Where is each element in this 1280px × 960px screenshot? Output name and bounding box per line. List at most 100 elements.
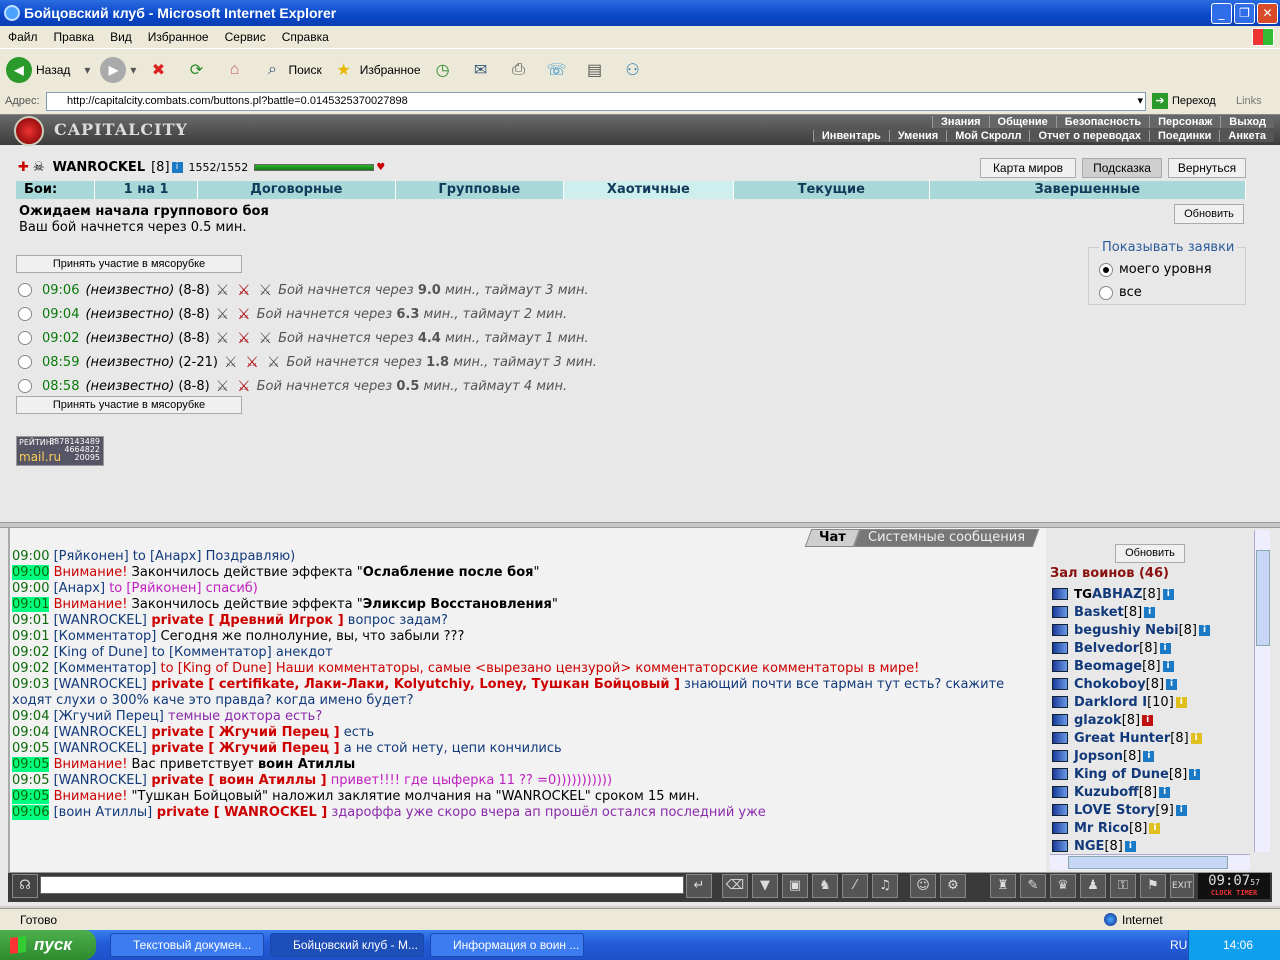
back-button[interactable]: ◀ Назад ▾ (6, 56, 90, 83)
refresh-button[interactable]: ⟳ (184, 58, 212, 82)
print-button[interactable]: ⎙ (507, 58, 535, 82)
join-battle-button-top[interactable]: Принять участие в мясорубке (16, 255, 242, 273)
filter-icon[interactable]: ▼ (752, 874, 778, 898)
user-info-icon[interactable]: i (1143, 750, 1155, 762)
private-message-icon[interactable] (1052, 768, 1068, 780)
return-button[interactable]: Вернуться (1168, 158, 1246, 178)
task-warrior-info[interactable]: Информация о воин ... (430, 933, 584, 957)
battle-select-radio[interactable] (18, 355, 32, 369)
nav-duels[interactable]: Поединки (1149, 129, 1219, 142)
tab-contract[interactable]: Договорные (198, 181, 396, 199)
settings-icon[interactable]: ⚙ (940, 874, 966, 898)
private-message-icon[interactable] (1052, 822, 1068, 834)
message-author[interactable]: [Комментатор] (54, 629, 157, 644)
private-message-icon[interactable] (1052, 624, 1068, 636)
join-battle-button-bottom[interactable]: Принять участие в мясорубке (16, 396, 242, 414)
message-author[interactable]: [Комментатор] (54, 661, 157, 676)
message-author[interactable]: [King of Dune] (54, 645, 148, 660)
flag-icon[interactable]: ⚑ (1140, 874, 1166, 898)
user-info-icon[interactable]: i (1159, 642, 1171, 654)
forward-button[interactable]: ▶ ▾ (100, 56, 136, 83)
user-name[interactable]: Jopson (1074, 749, 1123, 764)
helmet-icon[interactable]: ♛ (1050, 874, 1076, 898)
user-name[interactable]: Kuzuboff (1074, 785, 1139, 800)
user-name[interactable]: Chokoboy (1074, 677, 1146, 692)
message-author[interactable]: [Жгучий Перец] (54, 709, 164, 724)
tab-finished[interactable]: Завершенные (930, 181, 1246, 199)
fighter-icon[interactable]: ♞ (812, 874, 838, 898)
exit-icon[interactable]: EXIT (1170, 874, 1194, 898)
tab-system-messages[interactable]: Системные сообщения (853, 529, 1040, 547)
private-icon[interactable]: ⁄ (842, 874, 868, 898)
private-message-icon[interactable] (1052, 606, 1068, 618)
start-button[interactable]: пуск (0, 930, 96, 960)
message-author[interactable]: [WANROCKEL] (54, 773, 147, 788)
speaker-icon[interactable]: ☊ (12, 874, 38, 898)
user-info-icon[interactable]: i (1159, 786, 1171, 798)
user-name[interactable]: LOVE Story (1074, 803, 1155, 818)
message-author[interactable]: [WANROCKEL] (54, 677, 147, 692)
menu-edit[interactable]: Правка (46, 30, 103, 44)
message-author[interactable]: [Анарх] (54, 581, 105, 596)
hero-name[interactable]: WANROCKEL (53, 160, 146, 175)
home-button[interactable]: ⌂ (222, 58, 250, 82)
bottle-icon[interactable]: ♜ (990, 874, 1016, 898)
refresh-users-button[interactable]: Обновить (1115, 544, 1185, 563)
smiley-icon[interactable]: ☺ (910, 874, 936, 898)
private-message-icon[interactable] (1052, 840, 1068, 852)
address-dropdown-icon[interactable]: ▾ (1137, 93, 1143, 110)
favorites-button[interactable]: ★ Избранное (332, 58, 421, 82)
user-name[interactable]: Darklord I (1074, 695, 1147, 710)
message-author[interactable]: [WANROCKEL] (54, 741, 147, 756)
mailru-rating-counter[interactable]: РЕЙТИНГ 3878143489 4664822 20095 mail.ru (16, 436, 104, 466)
user-name[interactable]: Mr Rico (1074, 821, 1129, 836)
filter-all[interactable]: все (1099, 285, 1142, 300)
tab-group[interactable]: Групповые (396, 181, 564, 199)
edit-button[interactable]: ▤ (583, 58, 611, 82)
nav-exit[interactable]: Выход (1220, 115, 1274, 128)
task-fight-club[interactable]: Бойцовский клуб - М... (270, 933, 424, 957)
user-info-icon[interactable]: i (1142, 714, 1154, 726)
send-icon[interactable]: ↵ (686, 874, 712, 898)
stop-button[interactable]: ✖ (146, 58, 174, 82)
world-map-button[interactable]: Карта миров (980, 158, 1076, 178)
links-label[interactable]: Links (1236, 95, 1262, 107)
battle-select-radio[interactable] (18, 331, 32, 345)
scroll-thumb[interactable] (1256, 550, 1270, 646)
tab-current[interactable]: Текущие (734, 181, 930, 199)
user-info-icon[interactable]: i (1144, 606, 1156, 618)
task-text-document[interactable]: Текстовый докумен... (110, 933, 264, 957)
user-name[interactable]: begushiy Nebi (1074, 623, 1179, 638)
nav-security[interactable]: Безопасность (1055, 115, 1149, 128)
user-name[interactable]: glazok (1074, 713, 1122, 728)
scroll-icon[interactable]: ✎ (1020, 874, 1046, 898)
nav-scroll[interactable]: Мой Скролл (946, 129, 1029, 142)
messenger-button[interactable]: ⚇ (621, 58, 649, 82)
chat-input[interactable] (40, 876, 684, 894)
private-message-icon[interactable] (1052, 588, 1068, 600)
nav-character[interactable]: Персонаж (1149, 115, 1220, 128)
search-button[interactable]: ⌕ Поиск (260, 58, 322, 82)
private-message-icon[interactable] (1052, 678, 1068, 690)
lock-icon[interactable]: ⚿ (1110, 874, 1136, 898)
private-message-icon[interactable] (1052, 804, 1068, 816)
battle-select-radio[interactable] (18, 283, 32, 297)
user-info-icon[interactable]: i (1175, 804, 1187, 816)
close-button[interactable]: ✕ (1257, 3, 1278, 24)
go-button[interactable]: ➔ Переход (1152, 93, 1216, 109)
message-author[interactable]: [Ряйконен] (54, 549, 129, 564)
user-info-icon[interactable]: i (1166, 678, 1178, 690)
user-info-icon[interactable]: i (1190, 732, 1202, 744)
nav-knowledge[interactable]: Знания (932, 115, 988, 128)
battle-select-radio[interactable] (18, 379, 32, 393)
message-author[interactable]: [воин Атиллы] (54, 805, 153, 820)
message-author[interactable]: [WANROCKEL] (54, 613, 147, 628)
history-button[interactable]: ◷ (431, 58, 459, 82)
user-name[interactable]: Great Hunter (1074, 731, 1170, 746)
private-message-icon[interactable] (1052, 750, 1068, 762)
skype-button[interactable]: ☏ (545, 58, 573, 82)
nav-skills[interactable]: Умения (888, 129, 946, 142)
private-message-icon[interactable] (1052, 660, 1068, 672)
armor-icon[interactable]: ♟ (1080, 874, 1106, 898)
private-message-icon[interactable] (1052, 732, 1068, 744)
